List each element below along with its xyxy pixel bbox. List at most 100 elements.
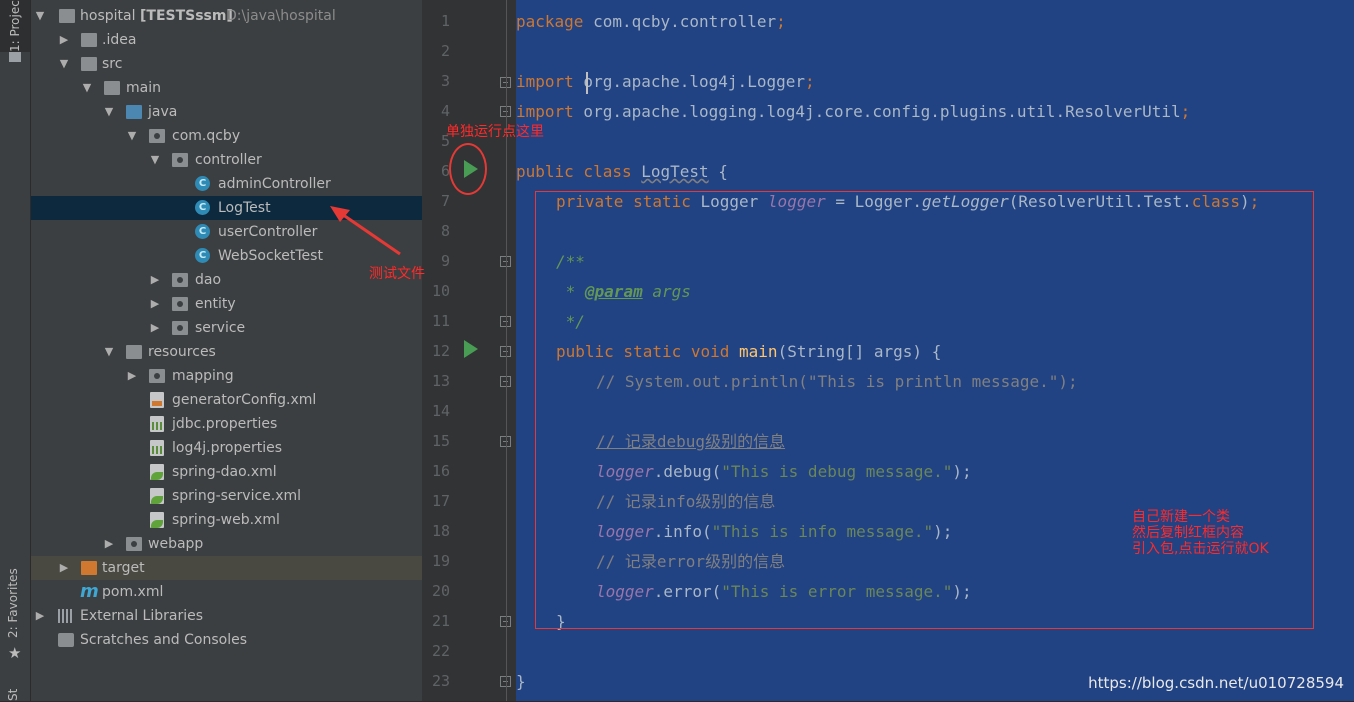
spring-xml-icon — [150, 512, 164, 528]
tree-item-label: target — [102, 560, 145, 576]
run-main-icon[interactable] — [464, 340, 478, 358]
annotation-line: 自己新建一个类 — [1132, 509, 1230, 525]
tree-item-generatorconfig[interactable]: generatorConfig.xml — [31, 388, 422, 412]
tree-item-label: .idea — [102, 32, 137, 48]
tree-item-spring-service[interactable]: spring-service.xml — [31, 484, 422, 508]
tree-root[interactable]: ▼ hospital [TESTSssm] D:\java\hospital — [31, 4, 422, 28]
java-class-icon: C — [195, 176, 210, 191]
tree-item-label: Scratches and Consoles — [80, 632, 247, 648]
java-class-icon: C — [195, 224, 210, 239]
tree-item-label: service — [195, 320, 246, 336]
tree-item-label: userController — [218, 224, 318, 240]
favorites-tool-tab[interactable]: 2: Favorites — [6, 568, 20, 638]
chevron-right-icon[interactable]: ▶ — [148, 292, 162, 316]
tree-item-com-qcby[interactable]: ▼ com.qcby — [31, 124, 422, 148]
line-number: 3 — [440, 72, 450, 90]
tree-item-main[interactable]: ▼ main — [31, 76, 422, 100]
tree-item-service[interactable]: ▶ service — [31, 316, 422, 340]
chevron-right-icon[interactable]: ▶ — [33, 604, 47, 628]
line-number: 15 — [431, 432, 450, 450]
tree-item-log4j-properties[interactable]: log4j.properties — [31, 436, 422, 460]
tree-item-target[interactable]: ▶ target — [31, 556, 422, 580]
folder-icon — [9, 52, 21, 62]
package-icon — [172, 321, 188, 335]
tree-item-entity[interactable]: ▶ entity — [31, 292, 422, 316]
tree-item-webapp[interactable]: ▶ webapp — [31, 532, 422, 556]
line-number: 9 — [440, 252, 450, 270]
folder-icon — [81, 57, 97, 71]
tree-item-label: resources — [148, 344, 216, 360]
code-line: public class LogTest { — [516, 150, 728, 181]
tree-item-label: spring-web.xml — [172, 512, 280, 528]
tree-item-controller[interactable]: ▼ controller — [31, 148, 422, 172]
root-name: hospital — [80, 8, 136, 24]
tree-item-pom[interactable]: m pom.xml — [31, 580, 422, 604]
tree-item-spring-web[interactable]: spring-web.xml — [31, 508, 422, 532]
line-number: 7 — [440, 192, 450, 210]
tree-item-external-libraries[interactable]: ▶ External Libraries — [31, 604, 422, 628]
chevron-down-icon[interactable]: ▼ — [102, 340, 116, 364]
properties-file-icon — [150, 440, 164, 456]
tree-item-src[interactable]: ▼ src — [31, 52, 422, 76]
line-number: 16 — [431, 462, 450, 480]
chevron-right-icon[interactable]: ▶ — [125, 364, 139, 388]
resources-folder-icon — [126, 345, 142, 359]
tree-item-label: pom.xml — [102, 584, 164, 600]
chevron-down-icon[interactable]: ▼ — [80, 76, 94, 100]
tree-item-mapping[interactable]: ▶ mapping — [31, 364, 422, 388]
java-class-icon: C — [195, 200, 210, 215]
tree-item-java[interactable]: ▼ java — [31, 100, 422, 124]
line-number: 10 — [431, 282, 450, 300]
code-text: { — [708, 162, 728, 181]
tree-item-label: External Libraries — [80, 608, 203, 624]
tree-item-admincontroller[interactable]: C adminController — [31, 172, 422, 196]
folder-icon — [104, 81, 120, 95]
code-text: org.apache.logging.log4j.core.config.plu… — [573, 102, 1181, 121]
chevron-right-icon[interactable]: ▶ — [148, 316, 162, 340]
package-icon — [149, 129, 165, 143]
text-caret — [586, 72, 588, 94]
chevron-right-icon[interactable]: ▶ — [148, 268, 162, 292]
line-number: 14 — [431, 402, 450, 420]
line-number: 2 — [440, 42, 450, 60]
maven-icon: m — [80, 581, 99, 602]
root-module: [TESTSssm] — [140, 8, 233, 24]
line-number: 6 — [440, 162, 450, 180]
tree-item-label: generatorConfig.xml — [172, 392, 317, 408]
chevron-down-icon[interactable]: ▼ — [57, 52, 71, 76]
tree-item-label: dao — [195, 272, 222, 288]
structure-tool-tab[interactable]: Structure — [6, 688, 20, 701]
tree-item-idea[interactable]: ▶ .idea — [31, 28, 422, 52]
tree-item-dao[interactable]: ▶ dao — [31, 268, 422, 292]
star-icon[interactable]: ★ — [8, 644, 21, 662]
project-tool-tab[interactable]: 1: Project — [0, 0, 30, 52]
tree-item-jdbc-properties[interactable]: jdbc.properties — [31, 412, 422, 436]
tree-item-resources[interactable]: ▼ resources — [31, 340, 422, 364]
line-number: 4 — [440, 102, 450, 120]
line-number: 19 — [431, 552, 450, 570]
chevron-right-icon[interactable]: ▶ — [57, 556, 71, 580]
source-folder-icon — [126, 105, 142, 119]
tree-item-label: mapping — [172, 368, 234, 384]
tree-item-label: entity — [195, 296, 236, 312]
line-number: 18 — [431, 522, 450, 540]
tree-item-scratches[interactable]: Scratches and Consoles — [31, 628, 422, 652]
code-line: import org.apache.logging.log4j.core.con… — [516, 90, 1190, 121]
keyword: package — [516, 12, 584, 31]
semicolon: ; — [804, 72, 815, 91]
tree-item-spring-dao[interactable]: spring-dao.xml — [31, 460, 422, 484]
annotation-run-here: 单独运行点这里 — [446, 124, 544, 140]
code-line: import org.apache.log4j.Logger; — [516, 60, 815, 91]
chevron-down-icon[interactable]: ▼ — [125, 124, 139, 148]
package-icon — [172, 297, 188, 311]
tree-item-label: spring-dao.xml — [172, 464, 277, 480]
tree-item-label: webapp — [148, 536, 204, 552]
keyword: public class — [516, 162, 632, 181]
excluded-folder-icon — [81, 561, 97, 575]
chevron-down-icon[interactable]: ▼ — [33, 4, 47, 28]
chevron-down-icon[interactable]: ▼ — [102, 100, 116, 124]
chevron-right-icon[interactable]: ▶ — [102, 532, 116, 556]
web-folder-icon — [126, 537, 142, 551]
chevron-down-icon[interactable]: ▼ — [148, 148, 162, 172]
chevron-right-icon[interactable]: ▶ — [57, 28, 71, 52]
